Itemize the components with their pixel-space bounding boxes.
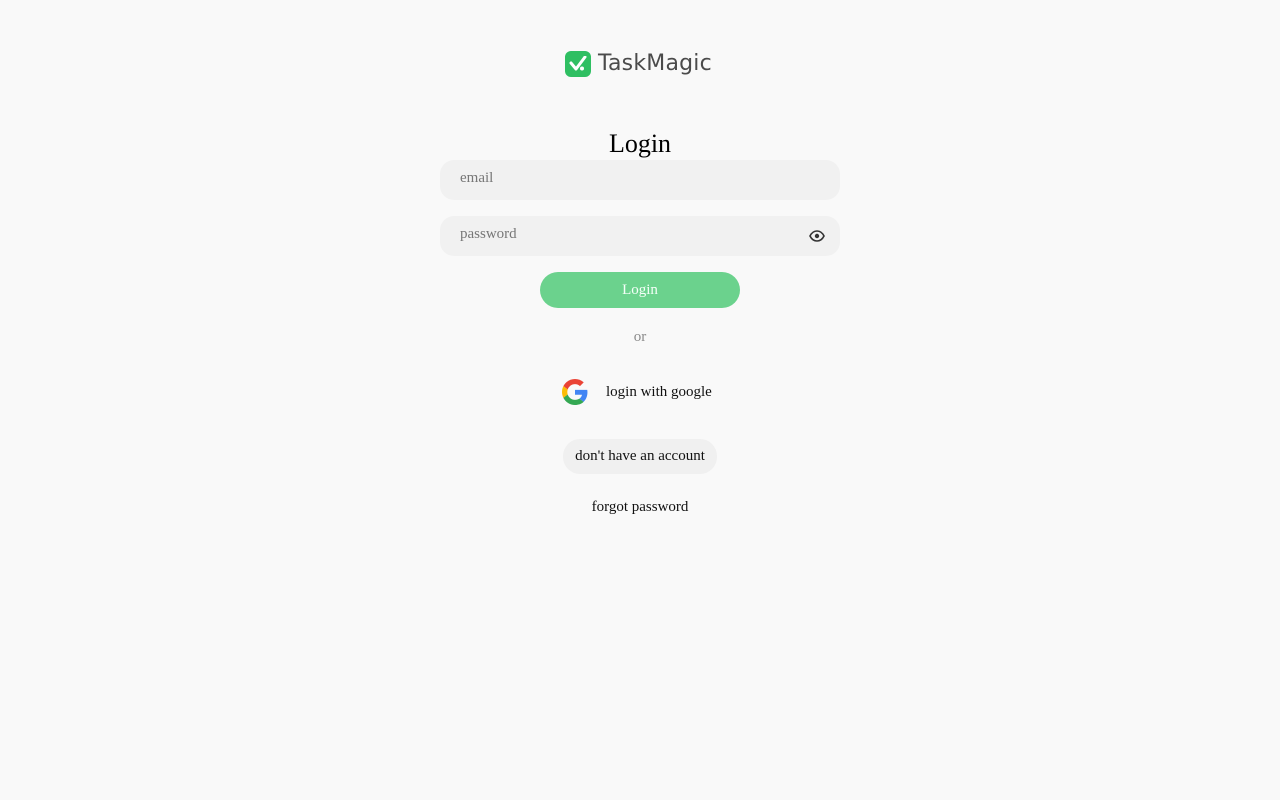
check-badge-icon <box>565 51 591 77</box>
brand-logo: TaskMagic <box>565 50 712 78</box>
brand-name: TaskMagic <box>598 51 712 76</box>
google-icon <box>562 379 588 405</box>
password-field[interactable] <box>440 216 790 252</box>
signup-button[interactable]: don't have an account <box>563 439 717 474</box>
password-field-container <box>440 216 840 256</box>
login-button[interactable]: Login <box>540 272 740 308</box>
forgot-password-link[interactable]: forgot password <box>0 499 1280 516</box>
email-field-container <box>440 160 840 200</box>
page-title: Login <box>608 129 672 158</box>
google-login-button[interactable]: login with google <box>562 378 712 406</box>
google-login-label: login with google <box>606 383 712 400</box>
email-field[interactable] <box>440 160 790 196</box>
or-divider: or <box>633 329 647 345</box>
eye-icon[interactable] <box>808 228 826 244</box>
